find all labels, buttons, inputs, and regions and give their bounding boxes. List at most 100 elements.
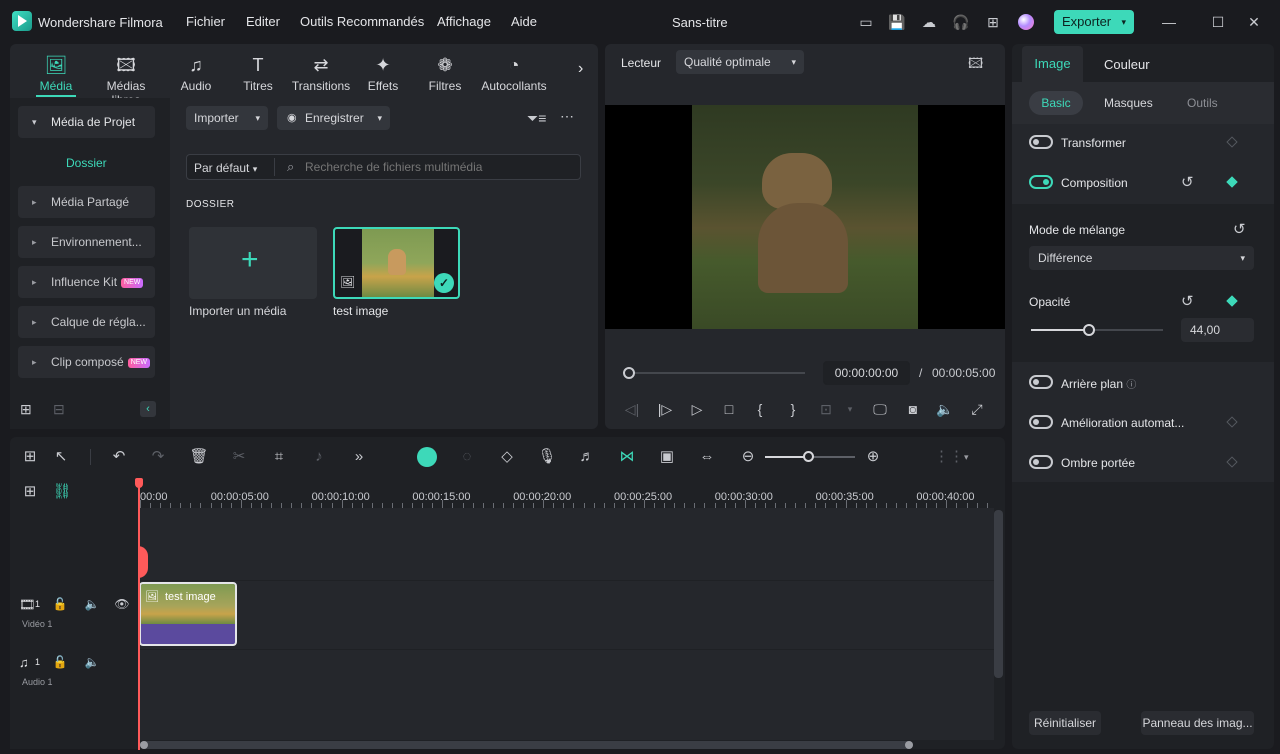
tabs-scroll-right-icon[interactable]: › bbox=[578, 60, 583, 78]
tab-titles[interactable]: T Titres bbox=[223, 54, 293, 93]
playhead-marker[interactable] bbox=[138, 546, 148, 578]
horizontal-scrollbar[interactable] bbox=[140, 741, 913, 749]
mark-out-icon[interactable]: } bbox=[783, 399, 803, 419]
menu-aide[interactable]: Aide bbox=[511, 14, 537, 29]
sidebar-item-compound-clip[interactable]: Clip composéNEW bbox=[18, 346, 155, 378]
sidebar-folder[interactable]: Dossier bbox=[66, 156, 107, 170]
chevron-down-icon[interactable]: ▾ bbox=[964, 452, 969, 463]
track-layout-icon[interactable]: ⋮⋮ bbox=[934, 446, 964, 468]
import-media-tile[interactable]: + bbox=[189, 227, 317, 299]
composition-toggle[interactable] bbox=[1029, 175, 1053, 189]
sidebar-item-shared-media[interactable]: Média Partagé bbox=[18, 186, 155, 218]
help-icon[interactable]: ⓘ bbox=[1126, 380, 1136, 391]
opacity-input[interactable]: 44,00 bbox=[1181, 318, 1254, 342]
zoom-out-icon[interactable]: ⊖ bbox=[737, 446, 759, 468]
lock-icon[interactable]: 🔓 bbox=[49, 651, 71, 673]
more-options-icon[interactable]: ⋯ bbox=[560, 108, 574, 125]
tab-stickers[interactable]: ◔ Autocollants bbox=[474, 54, 554, 93]
sidebar-project-media[interactable]: ▾ Média de Projet bbox=[18, 106, 155, 138]
save-icon[interactable]: 💾 bbox=[888, 13, 906, 31]
audio-track-icon[interactable]: ♬ bbox=[576, 446, 598, 468]
close-icon[interactable]: ✕ bbox=[1245, 13, 1263, 31]
reset-button[interactable]: Réinitialiser bbox=[1029, 711, 1101, 735]
fit-icon[interactable]: ⇔ bbox=[696, 446, 718, 468]
image-panel-button[interactable]: Panneau des imag... bbox=[1141, 711, 1254, 735]
cloud-upload-icon[interactable]: ☁ bbox=[920, 13, 938, 31]
layout-grid-icon[interactable]: ⊞ bbox=[19, 446, 41, 468]
volume-icon[interactable]: 🔈 bbox=[935, 399, 955, 419]
timeline-clip[interactable]: 🖼 test image bbox=[139, 582, 237, 646]
menu-fichier[interactable]: Fichier bbox=[186, 14, 225, 29]
preview-range-icon[interactable]: ▣ bbox=[656, 446, 678, 468]
link-icon[interactable]: ⛓ bbox=[51, 481, 73, 503]
mark-in-icon[interactable]: { bbox=[750, 399, 770, 419]
subtab-tools[interactable]: Outils bbox=[1187, 96, 1218, 110]
tab-image[interactable]: Image bbox=[1022, 46, 1083, 82]
background-toggle[interactable] bbox=[1029, 375, 1053, 389]
apps-grid-icon[interactable]: ⊞ bbox=[984, 13, 1002, 31]
sort-dropdown[interactable]: Par défaut ▾ bbox=[194, 161, 257, 175]
delete-icon[interactable]: 🗑 bbox=[188, 446, 210, 468]
tab-media[interactable]: 🖼 Média bbox=[21, 54, 91, 93]
menu-editer[interactable]: Editer bbox=[246, 14, 280, 29]
export-button[interactable]: Exporter ▾ bbox=[1054, 10, 1134, 34]
add-track-icon[interactable]: ⊞ bbox=[19, 481, 41, 503]
maximize-icon[interactable]: ☐ bbox=[1209, 13, 1227, 31]
menu-affichage[interactable]: Affichage bbox=[437, 14, 491, 29]
ai-assistant-icon[interactable] bbox=[417, 447, 437, 467]
import-button[interactable]: Importer ▾ bbox=[186, 106, 268, 130]
record-button[interactable]: ◉ Enregistrer ▾ bbox=[277, 106, 390, 130]
layout-icon[interactable]: ▭ bbox=[857, 13, 875, 31]
sidebar-item-environment[interactable]: Environnement... bbox=[18, 226, 155, 258]
undo-icon[interactable]: ↶ bbox=[108, 446, 130, 468]
select-tool-icon[interactable]: ↖ bbox=[50, 446, 72, 468]
lock-icon[interactable]: 🔓 bbox=[49, 593, 71, 615]
transform-toggle[interactable] bbox=[1029, 135, 1053, 149]
marker-icon[interactable]: ◇ bbox=[496, 446, 518, 468]
sidebar-item-adjustment-layer[interactable]: Calque de régla... bbox=[18, 306, 155, 338]
tab-filters[interactable]: ❁ Filtres bbox=[410, 54, 480, 93]
playhead-handle[interactable] bbox=[135, 478, 143, 488]
media-search-input[interactable] bbox=[305, 156, 575, 178]
play-icon[interactable]: ▷ bbox=[687, 399, 707, 419]
snap-icon[interactable]: ⋈ bbox=[616, 446, 638, 468]
opacity-slider-handle[interactable] bbox=[1083, 324, 1096, 336]
microphone-icon[interactable]: 🎙 bbox=[536, 446, 558, 468]
reset-icon[interactable]: ↺ bbox=[1233, 220, 1246, 238]
current-time[interactable]: 00:00:00:00 bbox=[823, 361, 910, 385]
reset-icon[interactable]: ↺ bbox=[1181, 292, 1194, 310]
filter-icon[interactable]: ⏷≡ bbox=[527, 110, 546, 127]
subtab-masks[interactable]: Masques bbox=[1104, 96, 1153, 110]
speaker-icon[interactable]: 🔈 bbox=[81, 651, 103, 673]
minimize-icon[interactable]: — bbox=[1160, 13, 1178, 31]
quality-dropdown[interactable]: Qualité optimale ▾ bbox=[676, 50, 804, 74]
auto-enhance-toggle[interactable] bbox=[1029, 415, 1053, 429]
preview-canvas[interactable] bbox=[605, 105, 1005, 329]
playhead-line[interactable] bbox=[138, 478, 140, 750]
scroll-handle-left[interactable] bbox=[140, 741, 148, 749]
sidebar-item-influence-kit[interactable]: Influence KitNEW bbox=[18, 266, 155, 298]
crop-icon[interactable]: ⌗ bbox=[268, 446, 290, 468]
tab-transitions[interactable]: ⇄ Transitions bbox=[286, 54, 356, 93]
zoom-in-icon[interactable]: ⊕ bbox=[862, 446, 884, 468]
account-avatar[interactable] bbox=[1018, 14, 1034, 30]
blend-mode-select[interactable]: Différence ▾ bbox=[1029, 246, 1254, 270]
step-forward-icon[interactable]: |▷ bbox=[655, 399, 675, 419]
player-progress-handle[interactable] bbox=[623, 367, 635, 379]
menu-outils[interactable]: Outils Recommandés bbox=[300, 14, 424, 29]
new-folder-icon[interactable]: ⊞ bbox=[20, 401, 32, 418]
reset-icon[interactable]: ↺ bbox=[1181, 173, 1194, 191]
display-icon[interactable]: 🖵 bbox=[870, 399, 890, 419]
tab-effects[interactable]: ✦ Effets bbox=[348, 54, 418, 93]
media-item-test-image[interactable]: 🖼 ✓ bbox=[333, 227, 460, 299]
player-progress-track[interactable] bbox=[629, 372, 805, 374]
zoom-slider-handle[interactable] bbox=[803, 451, 814, 462]
more-tools-icon[interactable]: » bbox=[348, 446, 370, 468]
vertical-scrollbar[interactable] bbox=[994, 510, 1003, 678]
eye-icon[interactable]: 👁 bbox=[111, 593, 133, 615]
snapshot-view-icon[interactable]: 🖾 bbox=[968, 53, 983, 77]
camera-icon[interactable]: ◙ bbox=[903, 399, 923, 419]
opacity-slider-track[interactable] bbox=[1031, 329, 1163, 331]
headset-icon[interactable]: 🎧 bbox=[952, 13, 970, 31]
subtab-basic[interactable]: Basic bbox=[1029, 91, 1083, 115]
